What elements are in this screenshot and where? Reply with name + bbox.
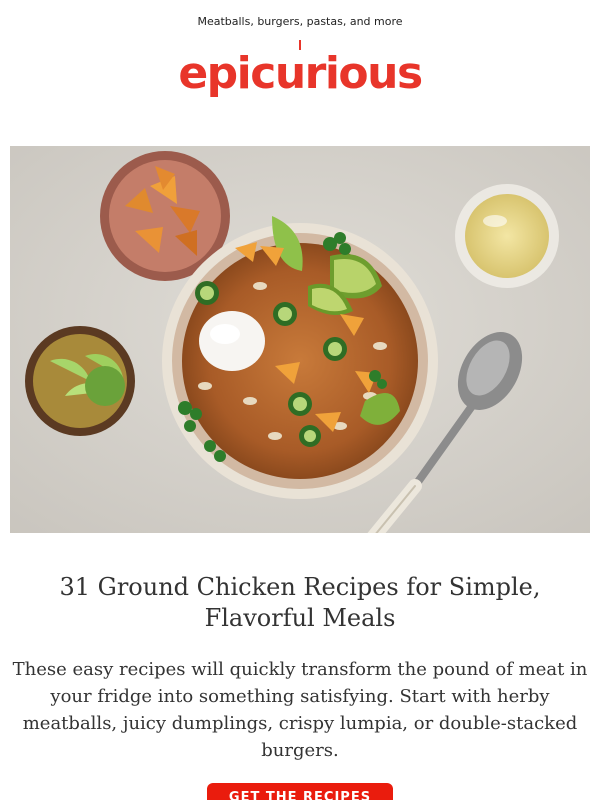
lime-bowl	[25, 326, 135, 436]
logo-wordmark: epicurious	[178, 48, 423, 99]
article-headline: 31 Ground Chicken Recipes for Simple, Fl…	[59, 573, 541, 632]
wine-glass	[455, 184, 559, 288]
get-recipes-button[interactable]: GET THE RECIPES	[207, 783, 393, 800]
brand-logo[interactable]: epicurious	[0, 38, 600, 108]
hero-image[interactable]	[10, 146, 590, 533]
article-description: These easy recipes will quickly transfor…	[12, 659, 588, 761]
preheader-text: Meatballs, burgers, pastas, and more	[197, 15, 403, 28]
email-page: Meatballs, burgers, pastas, and more epi…	[0, 0, 600, 800]
hero-illustration	[10, 146, 590, 533]
